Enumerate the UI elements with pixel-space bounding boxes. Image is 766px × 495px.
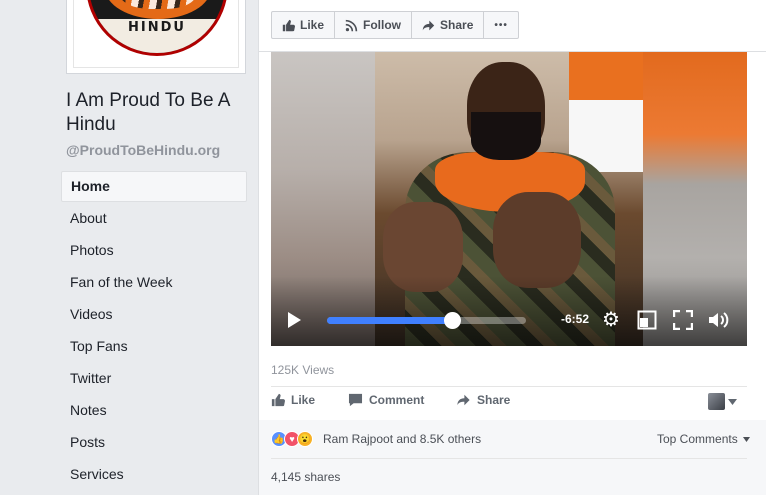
page-follow-label: Follow bbox=[363, 18, 402, 32]
fullscreen-icon[interactable] bbox=[671, 308, 695, 332]
page-profile-picture[interactable]: HINDU bbox=[73, 0, 239, 68]
nav-item-notes[interactable]: Notes bbox=[61, 394, 247, 426]
thumbs-up-icon bbox=[282, 19, 295, 31]
comment-sort-label: Top Comments bbox=[657, 432, 738, 446]
nav-item-top-fans[interactable]: Top Fans bbox=[61, 330, 247, 362]
more-options-button[interactable]: ••• bbox=[484, 12, 518, 38]
page-action-bar: Like Follow Share ••• bbox=[258, 0, 766, 52]
post-comment-label: Comment bbox=[369, 393, 425, 407]
page-like-button[interactable]: Like bbox=[272, 12, 336, 38]
nav-item-photos[interactable]: Photos bbox=[61, 234, 247, 266]
post-feedback-summary: 👍 ♥ 😮 Ram Rajpoot and 8.5K others Top Co… bbox=[259, 420, 766, 495]
page-follow-button[interactable]: Follow bbox=[335, 12, 413, 38]
volume-icon[interactable] bbox=[707, 308, 731, 332]
play-icon[interactable] bbox=[288, 312, 301, 328]
comment-bubble-icon bbox=[348, 393, 363, 407]
comment-sort-dropdown[interactable]: Top Comments bbox=[657, 432, 751, 446]
share-arrow-icon bbox=[422, 20, 435, 30]
post-as-picker[interactable] bbox=[708, 393, 737, 410]
nav-item-posts[interactable]: Posts bbox=[61, 426, 247, 458]
video-post: -6:52 ⚙ 125K Views Like Comment Share 👍 … bbox=[258, 52, 766, 495]
person-hand-right bbox=[493, 192, 581, 288]
settings-gear-icon[interactable]: ⚙ bbox=[599, 308, 623, 332]
video-progress-bar[interactable] bbox=[327, 312, 526, 329]
wow-reaction-icon: 😮 bbox=[297, 431, 313, 447]
page-title[interactable]: I Am Proud To Be A Hindu bbox=[66, 89, 256, 137]
video-remaining-time: -6:52 bbox=[561, 312, 590, 326]
picture-in-picture-icon[interactable] bbox=[635, 308, 659, 332]
page-logo: HINDU bbox=[86, 0, 228, 56]
background-flag bbox=[569, 52, 643, 172]
page-profile-picture-frame[interactable]: HINDU bbox=[66, 0, 246, 74]
nav-item-videos[interactable]: Videos bbox=[61, 298, 247, 330]
nav-item-services[interactable]: Services bbox=[61, 458, 247, 490]
tiger-face-graphic bbox=[105, 0, 211, 19]
logo-text: HINDU bbox=[128, 20, 186, 35]
divider bbox=[271, 386, 747, 387]
post-like-label: Like bbox=[291, 393, 316, 407]
reaction-icons[interactable]: 👍 ♥ 😮 bbox=[271, 431, 313, 447]
reactions-summary[interactable]: Ram Rajpoot and 8.5K others bbox=[323, 432, 481, 446]
post-comment-button[interactable]: Comment bbox=[348, 393, 424, 407]
page-like-label: Like bbox=[300, 18, 325, 32]
share-arrow-icon bbox=[457, 394, 470, 406]
thumbs-up-icon bbox=[271, 393, 285, 407]
ellipsis-icon: ••• bbox=[494, 19, 508, 31]
rss-icon bbox=[345, 19, 358, 31]
page-share-label: Share bbox=[440, 18, 474, 32]
nav-item-about[interactable]: About bbox=[61, 202, 247, 234]
video-view-count: 125K Views bbox=[271, 363, 335, 377]
post-share-button[interactable]: Share bbox=[456, 393, 510, 407]
post-like-button[interactable]: Like bbox=[271, 393, 315, 407]
nav-item-home[interactable]: Home bbox=[61, 171, 247, 202]
divider bbox=[271, 458, 747, 459]
page-share-button[interactable]: Share bbox=[412, 12, 485, 38]
page-avatar-thumbnail bbox=[708, 393, 725, 410]
video-player[interactable]: -6:52 ⚙ bbox=[271, 52, 747, 346]
post-share-label: Share bbox=[477, 393, 511, 407]
page-navigation: Home About Photos Fan of the Week Videos… bbox=[61, 171, 247, 490]
page-action-buttons: Like Follow Share ••• bbox=[271, 11, 519, 39]
nav-item-twitter[interactable]: Twitter bbox=[61, 362, 247, 394]
nav-item-fan-of-the-week[interactable]: Fan of the Week bbox=[61, 266, 247, 298]
chevron-down-icon bbox=[743, 437, 751, 443]
chevron-down-icon bbox=[728, 398, 737, 405]
person-beard bbox=[471, 112, 541, 160]
share-count[interactable]: 4,145 shares bbox=[271, 470, 340, 484]
page-handle[interactable]: @ProudToBeHindu.org bbox=[66, 142, 220, 158]
video-progress-fill bbox=[327, 317, 453, 324]
